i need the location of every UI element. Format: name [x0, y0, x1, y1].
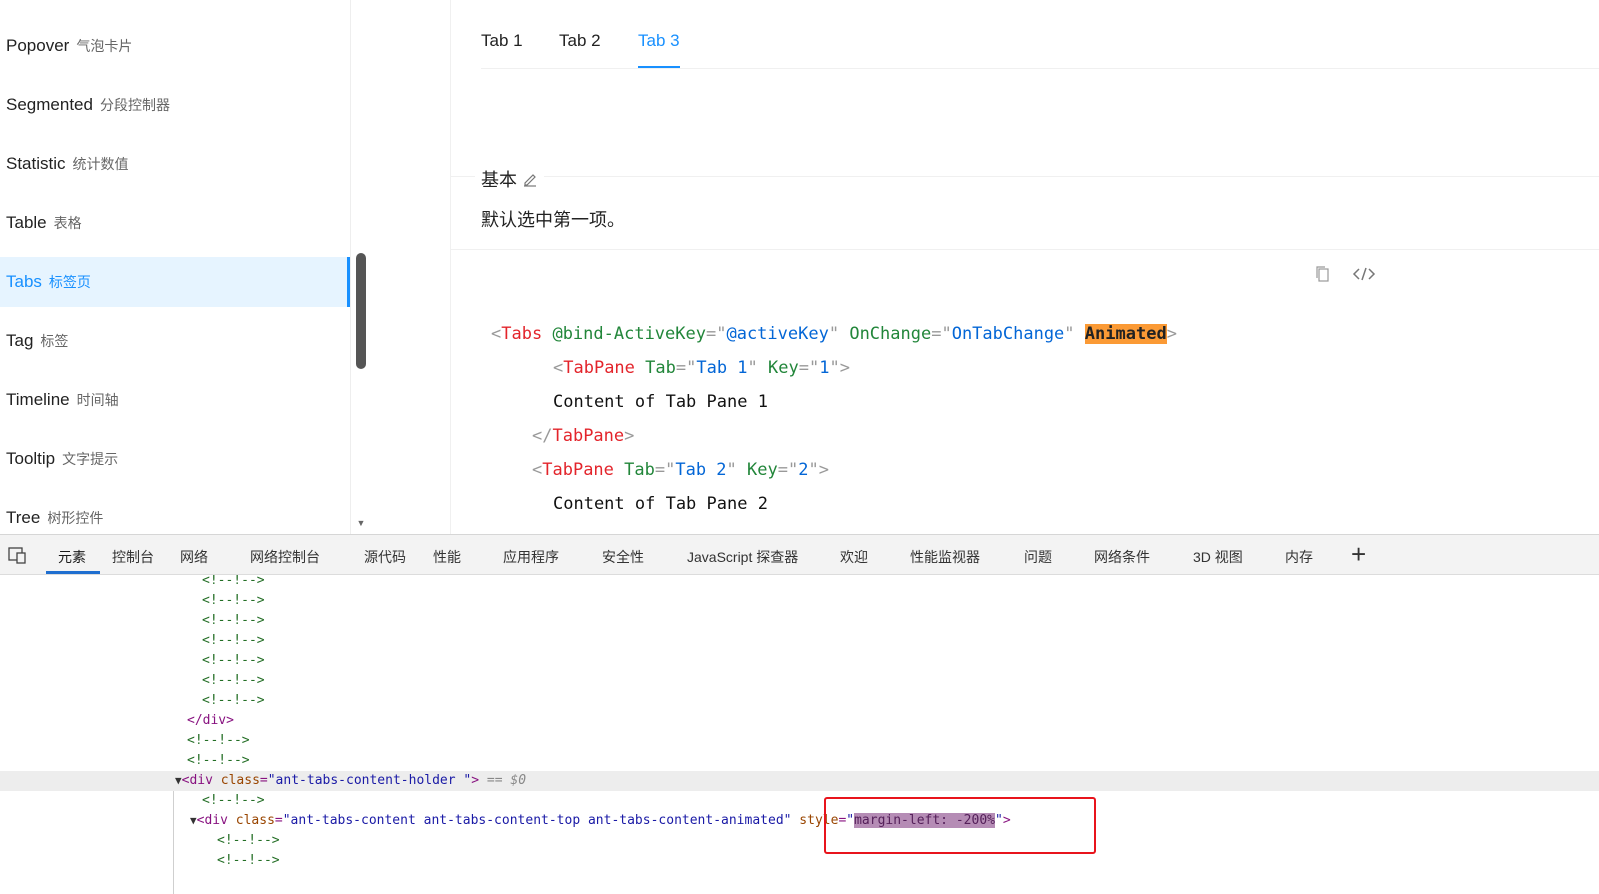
demo-title: 基本 — [475, 166, 544, 192]
indent-guide — [173, 791, 174, 894]
dom-node[interactable]: <!--!--> — [0, 851, 1599, 871]
devtools-tab-welcome[interactable]: 欢迎 — [840, 547, 868, 567]
demo-title-divider — [451, 176, 1599, 177]
sidebar-item-tooltip[interactable]: Tooltip 文字提示 — [0, 434, 348, 484]
dom-node[interactable]: <!--!--> — [0, 751, 1599, 771]
tab-2[interactable]: Tab 2 — [559, 31, 601, 51]
sidebar-item-timeline[interactable]: Timeline 时间轴 — [0, 375, 348, 425]
dom-node[interactable]: <!--!--> — [0, 731, 1599, 751]
code-line: Content of Tab Pane 1 — [553, 392, 768, 412]
highlight-annotation-box — [824, 797, 1096, 854]
sidebar-item-tag[interactable]: Tag 标签 — [0, 316, 348, 366]
sidebar-item-popover[interactable]: Popover 气泡卡片 — [0, 21, 348, 71]
add-tool-button[interactable]: + — [1351, 539, 1366, 569]
sidebar-item-table[interactable]: Table 表格 — [0, 198, 348, 248]
devtools-tab-performance-monitor[interactable]: 性能监视器 — [910, 547, 980, 567]
devtools-active-tab-indicator — [46, 571, 100, 574]
sidebar-item-sublabel: 树形控件 — [47, 510, 104, 526]
sidebar-menu: Popover 气泡卡片 Segmented 分段控制器 Statistic 统… — [0, 0, 350, 534]
demo-description-divider — [451, 249, 1599, 250]
code-line: Content of Tab Pane 2 — [553, 494, 768, 514]
sidebar-item-sublabel: 气泡卡片 — [76, 38, 133, 54]
sidebar-item-sublabel: 标签 — [40, 333, 69, 349]
sidebar-item-label: Statistic — [6, 154, 66, 173]
sidebar-item-sublabel: 标签页 — [48, 274, 91, 290]
dom-node[interactable]: <!--!--> — [0, 671, 1599, 691]
devtools-tab-sources[interactable]: 源代码 — [364, 547, 406, 567]
dom-node[interactable]: <!--!--> — [0, 651, 1599, 671]
tab-3[interactable]: Tab 3 — [638, 31, 680, 51]
dom-node[interactable]: <!--!--> — [0, 591, 1599, 611]
sidebar-item-label: Timeline — [6, 390, 70, 409]
demo-description: 默认选中第一项。 — [481, 210, 625, 230]
devtools-tab-network-conditions[interactable]: 网络条件 — [1094, 547, 1150, 567]
dom-node[interactable]: <!--!--> — [0, 575, 1599, 591]
devtools-tabbar: 元素 控制台 网络 网络控制台 源代码 性能 应用程序 安全性 JavaScri… — [0, 535, 1599, 575]
tab-1[interactable]: Tab 1 — [481, 31, 523, 51]
tab-ink-bar — [638, 66, 680, 68]
sidebar-item-sublabel: 时间轴 — [76, 392, 119, 408]
dom-node[interactable]: </div> — [0, 711, 1599, 731]
sidebar-item-label: Tag — [6, 331, 34, 350]
demo-title-text: 基本 — [481, 170, 517, 190]
code-line: <TabPane Tab="Tab 1" Key="1"> — [553, 358, 850, 378]
edit-icon[interactable] — [522, 171, 538, 187]
sidebar-item-statistic[interactable]: Statistic 统计数值 — [0, 139, 348, 189]
expand-triangle-icon[interactable]: ▼ — [175, 774, 182, 787]
device-toolbar-icon[interactable] — [8, 546, 28, 564]
sidebar-item-label: Popover — [6, 36, 70, 55]
dom-node[interactable]: <!--!--> — [0, 691, 1599, 711]
code-line: <Tabs @bind-ActiveKey="@activeKey" OnCha… — [491, 324, 1177, 344]
sidebar-item-sublabel: 分段控制器 — [99, 97, 170, 113]
devtools-tab-network[interactable]: 网络 — [180, 547, 208, 567]
dom-node[interactable]: <!--!--> — [0, 631, 1599, 651]
devtools-tab-memory[interactable]: 内存 — [1285, 547, 1313, 567]
code-line: <TabPane Tab="Tab 2" Key="2"> — [532, 460, 829, 480]
code-expand-icon[interactable] — [1352, 265, 1376, 283]
sidebar-item-sublabel: 文字提示 — [62, 451, 119, 467]
sidebar-item-segmented[interactable]: Segmented 分段控制器 — [0, 80, 348, 130]
devtools-tab-security[interactable]: 安全性 — [602, 547, 644, 567]
dom-node[interactable]: <!--!--> — [0, 831, 1599, 851]
expand-triangle-icon[interactable]: ▼ — [190, 814, 197, 827]
copy-icon[interactable] — [1315, 265, 1331, 283]
devtools-tab-performance[interactable]: 性能 — [433, 547, 461, 567]
devtools-tab-application[interactable]: 应用程序 — [503, 547, 559, 567]
dom-tree: <!--!--> <!--!--> <!--!--> <!--!--> <!--… — [0, 575, 1599, 894]
dom-node[interactable]: ▼<div class="ant-tabs-content ant-tabs-c… — [0, 811, 1599, 831]
sidebar-divider — [350, 0, 351, 534]
devtools-panel: 元素 控制台 网络 网络控制台 源代码 性能 应用程序 安全性 JavaScri… — [0, 534, 1599, 894]
tabs-nav: Tab 1 Tab 2 Tab 3 — [481, 0, 1599, 69]
dom-node-selected[interactable]: ▼<div class="ant-tabs-content-holder "> … — [0, 771, 1599, 791]
sidebar-item-label: Table — [6, 213, 47, 232]
devtools-tab-3d-view[interactable]: 3D 视图 — [1193, 547, 1243, 567]
dom-node[interactable]: <!--!--> — [0, 791, 1599, 811]
sidebar-scrollbar-thumb[interactable] — [356, 253, 366, 369]
sidebar-item-tree[interactable]: Tree 树形控件 — [0, 493, 348, 534]
sidebar-item-label: Tree — [6, 508, 41, 527]
sidebar-item-label: Tabs — [6, 272, 42, 291]
scroll-down-arrow-icon[interactable]: ▼ — [355, 518, 367, 528]
sidebar-item-tabs[interactable]: Tabs 标签页 — [0, 257, 350, 307]
sidebar-item-sublabel: 表格 — [53, 215, 82, 231]
devtools-tab-network-console[interactable]: 网络控制台 — [250, 547, 320, 567]
sidebar-item-label: Segmented — [6, 95, 93, 114]
code-line: </TabPane> — [532, 426, 635, 446]
demo-content: Tab 1 Tab 2 Tab 3 基本 默认选中第一项。 <Tabs @bin… — [451, 0, 1599, 534]
devtools-tab-console[interactable]: 控制台 — [112, 547, 154, 567]
devtools-tab-js-profiler[interactable]: JavaScript 探查器 — [687, 547, 798, 567]
devtools-tab-issues[interactable]: 问题 — [1024, 547, 1052, 567]
sidebar-item-sublabel: 统计数值 — [72, 156, 129, 172]
sidebar-item-label: Tooltip — [6, 449, 56, 468]
devtools-tab-elements[interactable]: 元素 — [58, 547, 86, 567]
app-page: Popover 气泡卡片 Segmented 分段控制器 Statistic 统… — [0, 0, 1599, 534]
dom-node[interactable]: <!--!--> — [0, 611, 1599, 631]
